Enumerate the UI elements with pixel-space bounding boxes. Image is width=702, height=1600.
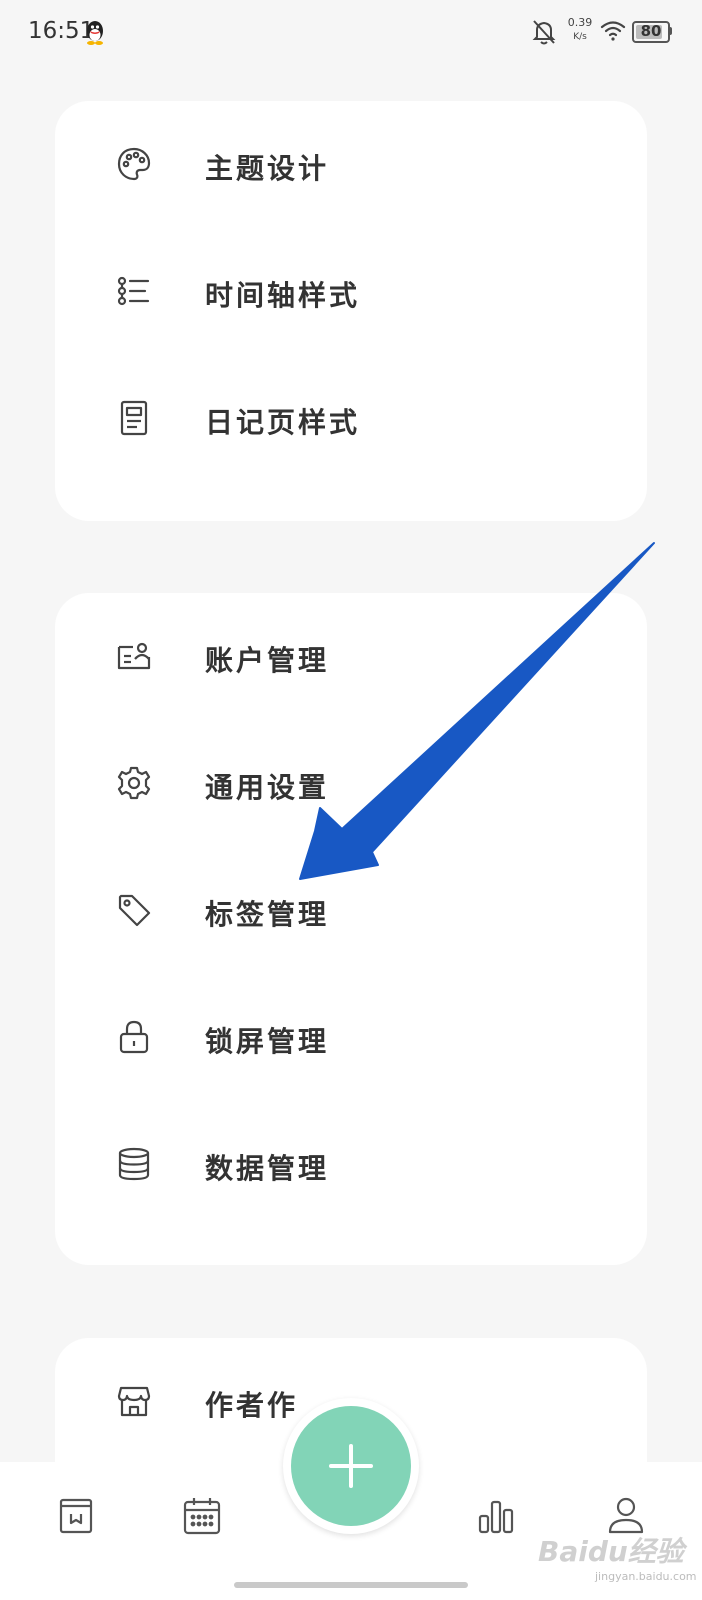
watermark: Baidu经验 <box>538 1535 684 1568</box>
timeline-list-icon <box>115 272 153 310</box>
battery-level: 80 <box>640 22 662 40</box>
bell-muted-icon <box>532 20 556 45</box>
menu-label: 作者作 <box>205 1389 299 1422</box>
annotation-arrow <box>299 542 655 880</box>
menu-item-lock-screen-management[interactable]: 锁屏管理 <box>55 974 647 1101</box>
account-card-icon <box>115 637 153 675</box>
gear-icon <box>115 764 153 802</box>
menu-label: 日记页样式 <box>205 406 361 439</box>
qq-penguin-icon <box>87 21 103 45</box>
menu-item-data-management[interactable]: 数据管理 <box>55 1101 647 1228</box>
nav-bar-chart-icon[interactable] <box>474 1494 518 1538</box>
menu-label: 锁屏管理 <box>205 1025 330 1058</box>
database-icon <box>115 1145 153 1183</box>
lock-icon <box>115 1018 153 1056</box>
add-entry-button-ring <box>283 1398 419 1534</box>
document-page-icon <box>115 399 153 437</box>
status-bar: 16:51 0.39 K/s 80 <box>0 0 702 64</box>
watermark-sub: jingyan.baidu.com <box>595 1570 697 1583</box>
menu-item-diary-page-style[interactable]: 日记页样式 <box>55 355 647 482</box>
wifi-icon <box>600 21 626 41</box>
network-speed: 0.39 K/s <box>565 16 595 44</box>
home-indicator[interactable] <box>234 1582 468 1588</box>
menu-item-timeline-style[interactable]: 时间轴样式 <box>55 228 647 355</box>
tag-icon <box>115 891 153 929</box>
network-speed-unit: K/s <box>573 32 587 42</box>
settings-group-appearance: 主题设计 时间轴样式 日记页样式 <box>55 101 647 521</box>
menu-label: 数据管理 <box>205 1152 330 1185</box>
menu-label: 主题设计 <box>205 152 330 185</box>
add-entry-button[interactable] <box>291 1406 411 1526</box>
store-icon <box>115 1382 153 1420</box>
network-speed-value: 0.39 <box>567 16 593 29</box>
menu-item-theme-design[interactable]: 主题设计 <box>55 101 647 228</box>
palette-icon <box>115 145 153 183</box>
nav-calendar-icon[interactable] <box>180 1494 224 1538</box>
add-icon <box>329 1444 373 1488</box>
menu-label: 时间轴样式 <box>205 279 361 312</box>
battery-indicator: 80 <box>632 21 672 43</box>
nav-diary-book-icon[interactable] <box>54 1494 98 1538</box>
